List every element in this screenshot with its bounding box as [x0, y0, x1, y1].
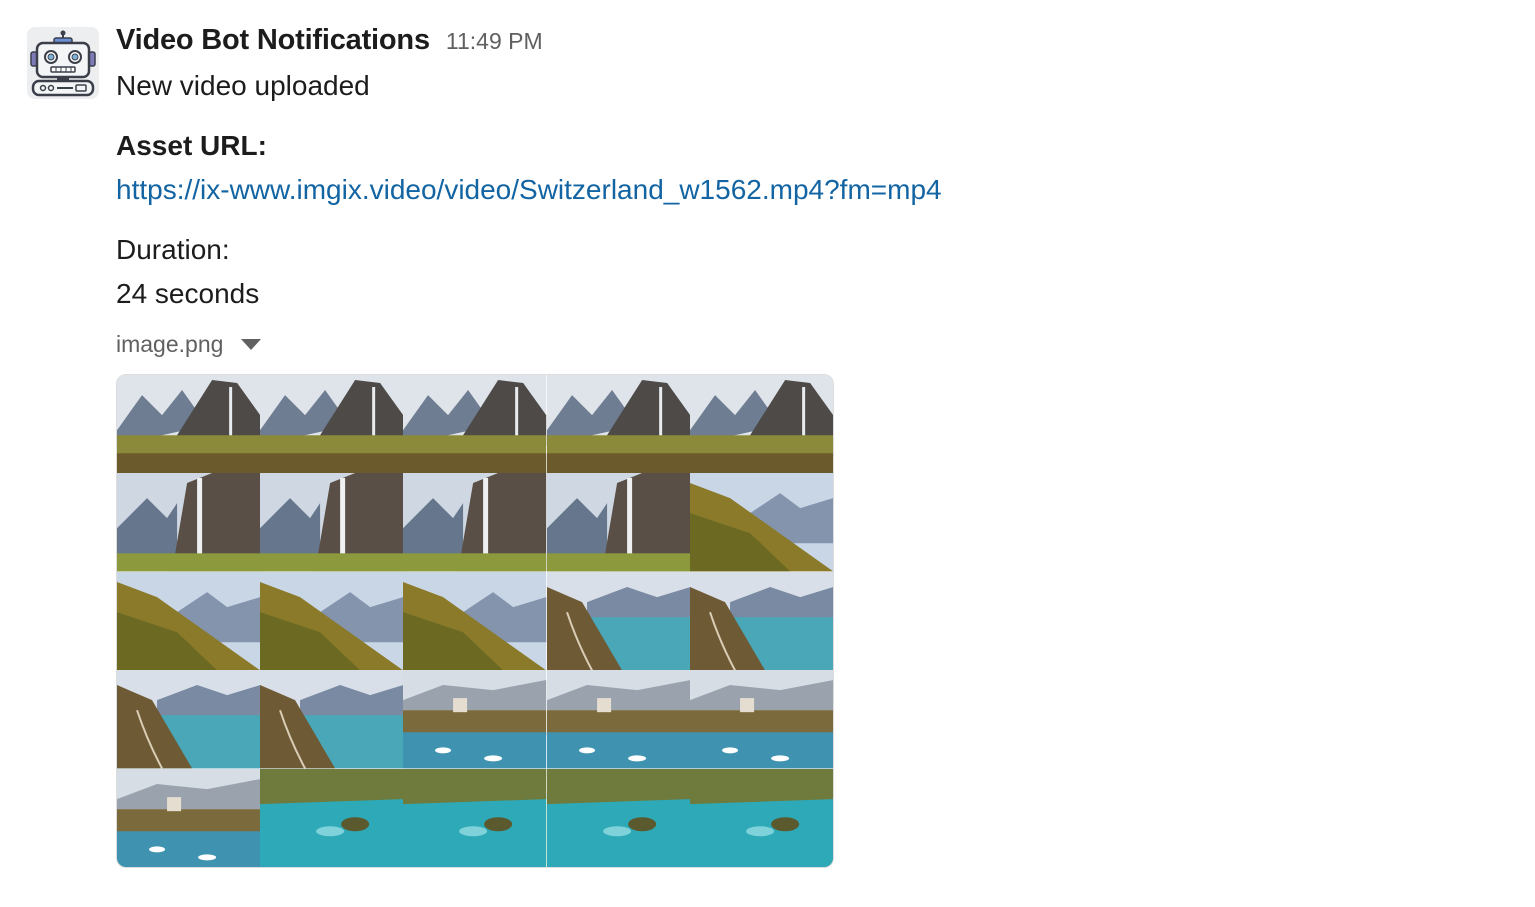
preview-frame-forest-slope [403, 571, 547, 671]
preview-frame-waterfall-close [546, 473, 690, 572]
preview-frame-lake-road [260, 670, 404, 769]
preview-frame-waterfall-close [403, 473, 547, 572]
preview-frame-waterfall-cliff [546, 375, 690, 474]
preview-frame-lake-road [117, 670, 261, 769]
sender-name[interactable]: Video Bot Notifications [116, 24, 430, 57]
preview-frame-waterfall-cliff [689, 375, 833, 474]
preview-frame-lake-road [689, 571, 833, 671]
asset-url-label: Asset URL: [116, 130, 267, 161]
preview-frame-forest-slope [689, 473, 833, 572]
message-content: Video Bot Notifications 11:49 PM New vid… [116, 24, 1496, 868]
preview-frame-forest-slope [117, 571, 261, 671]
message: Video Bot Notifications 11:49 PM New vid… [0, 0, 1535, 907]
preview-frame-turquoise-island [403, 768, 547, 867]
preview-frame-lakeside-castle [689, 670, 833, 769]
preview-frame-lake-road [546, 571, 690, 671]
preview-frame-waterfall-cliff [403, 375, 547, 474]
chevron-down-icon[interactable] [241, 338, 262, 350]
preview-frame-turquoise-island [689, 768, 833, 867]
bot-avatar[interactable] [27, 27, 99, 99]
asset-url-link[interactable]: https://ix-www.imgix.video/video/Switzer… [116, 174, 942, 205]
preview-frame-lakeside-castle [117, 768, 261, 867]
image-preview[interactable] [116, 374, 834, 868]
message-header: Video Bot Notifications 11:49 PM [116, 24, 1496, 64]
robot-icon [27, 27, 99, 99]
attachment-header: image.png [116, 322, 1496, 366]
attachment-file-name[interactable]: image.png [116, 331, 223, 358]
preview-frame-waterfall-cliff [117, 375, 261, 474]
message-timestamp[interactable]: 11:49 PM [446, 28, 543, 55]
preview-frame-lakeside-castle [546, 670, 690, 769]
preview-frame-waterfall-close [260, 473, 404, 572]
preview-frame-waterfall-close [117, 473, 261, 572]
preview-frame-turquoise-island [546, 768, 690, 867]
message-text: New video uploaded [116, 70, 370, 101]
duration-value: 24 seconds [116, 278, 260, 309]
preview-frame-forest-slope [260, 571, 404, 671]
preview-frame-lakeside-castle [403, 670, 547, 769]
preview-frame-turquoise-island [260, 768, 404, 867]
preview-frame-waterfall-cliff [260, 375, 404, 474]
duration-label: Duration: [116, 234, 230, 265]
